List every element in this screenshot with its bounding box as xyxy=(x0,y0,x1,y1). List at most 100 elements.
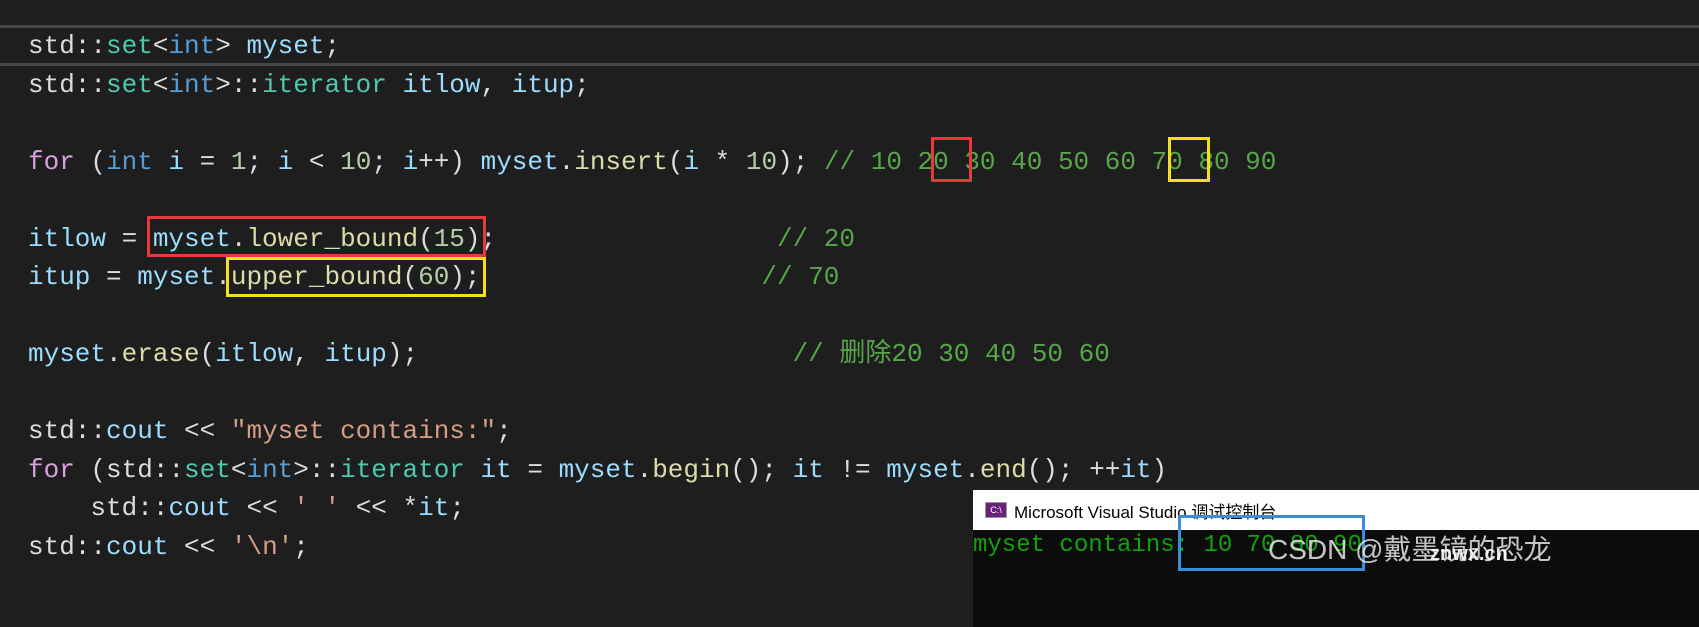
code-token-plain: std:: xyxy=(28,531,107,562)
code-editor[interactable]: std::set<int> myset; std::set<int>::itera… xyxy=(28,27,1276,566)
code-token-plain: > xyxy=(215,31,247,61)
code-line[interactable]: itup = myset.upper_bound(60); // 70 xyxy=(28,258,1276,297)
code-token-plain: ( xyxy=(199,339,216,369)
code-token-plain: std:: xyxy=(28,493,169,523)
code-token-kw: int xyxy=(168,69,216,100)
highlight-box-20 xyxy=(931,137,972,182)
code-line[interactable]: std::set<int>::iterator itlow, itup; xyxy=(28,66,1276,105)
code-token-plain: != xyxy=(823,454,887,485)
code-token-plain: < xyxy=(152,31,169,61)
code-token-kw: int xyxy=(106,146,153,177)
code-token-var: myset xyxy=(28,339,107,369)
code-token-plain: < xyxy=(152,69,169,100)
highlight-box-upper-bound xyxy=(226,257,486,297)
code-token-plain: ++) xyxy=(418,146,481,177)
code-token-plain: std:: xyxy=(106,454,185,485)
code-token-var: cout xyxy=(106,531,169,562)
code-token-plain: ; xyxy=(449,493,465,523)
code-token-var: it xyxy=(1120,454,1152,485)
code-line[interactable] xyxy=(28,374,1276,413)
code-token-fn: end xyxy=(979,454,1027,485)
code-token-plain: std:: xyxy=(28,69,107,100)
code-token-plain: ( xyxy=(667,146,684,177)
code-token-num: 10 xyxy=(340,146,372,177)
site-watermark: znwx.cn xyxy=(1430,543,1508,565)
code-token-cmt: // 删除20 30 40 50 60 xyxy=(792,339,1110,369)
code-token-type: iterator xyxy=(340,454,465,485)
code-token-fn: insert xyxy=(574,146,668,177)
code-token-plain: = xyxy=(184,146,231,177)
code-line[interactable]: for (std::set<int>::iterator it = myset.… xyxy=(28,451,1276,490)
code-token-num: 10 xyxy=(745,146,778,177)
code-token-plain: ); xyxy=(464,223,777,254)
code-token-ctrl: for xyxy=(28,454,75,485)
code-token-plain: std:: xyxy=(28,31,107,61)
highlight-box-lower-bound xyxy=(147,216,486,257)
code-token-plain: >:: xyxy=(215,69,263,100)
code-token-plain: < xyxy=(293,146,341,177)
code-token-plain: . xyxy=(106,339,122,369)
console-app-icon: C:\ xyxy=(985,502,1007,518)
code-line[interactable]: myset.erase(itlow, itup); // 删除20 30 40 … xyxy=(28,335,1276,374)
code-token-str: "myset contains:" xyxy=(230,416,497,446)
code-token-var: itup xyxy=(324,339,387,369)
code-token-type: set xyxy=(106,69,153,100)
code-token-plain: , xyxy=(293,339,325,369)
code-token-var: itlow xyxy=(215,339,294,369)
code-token-plain: ; xyxy=(324,31,341,61)
code-token-var: it xyxy=(792,454,824,485)
code-token-plain: . xyxy=(964,454,980,485)
code-token-plain: ; xyxy=(574,69,590,100)
code-token-plain: ( xyxy=(74,146,107,177)
code-token-var: it xyxy=(418,493,450,523)
code-token-var: i xyxy=(277,146,294,177)
code-token-var: cout xyxy=(106,416,169,446)
code-token-type: set xyxy=(184,454,231,485)
code-token-plain: ; xyxy=(246,146,278,177)
code-token-var: i xyxy=(683,146,700,177)
code-token-plain: = xyxy=(90,262,138,292)
code-token-var: myset xyxy=(480,146,559,177)
code-token-plain: << xyxy=(168,416,231,446)
code-line[interactable] xyxy=(28,297,1276,336)
code-token-plain: = xyxy=(511,454,559,485)
code-line[interactable]: std::cout << "myset contains:"; xyxy=(28,412,1276,451)
code-token-plain: ) xyxy=(1151,454,1168,485)
highlight-box-70 xyxy=(1168,137,1210,182)
code-token-var: myset xyxy=(558,454,637,485)
code-token-plain: * xyxy=(699,146,746,177)
code-token-kw: int xyxy=(168,31,216,61)
code-token-fn: erase xyxy=(121,339,200,369)
code-token-var: myset xyxy=(137,262,216,292)
code-token-var: it xyxy=(480,454,512,485)
code-token-ctrl: for xyxy=(28,146,75,177)
code-token-plain: << xyxy=(168,531,231,562)
code-token-var: myset xyxy=(886,454,965,485)
code-line[interactable]: for (int i = 1; i < 10; i++) myset.inser… xyxy=(28,143,1276,182)
code-token-plain: << * xyxy=(340,493,419,523)
code-token-plain: < xyxy=(230,454,247,485)
code-token-plain: ; xyxy=(496,416,512,446)
code-token-var: i xyxy=(402,146,419,177)
code-token-plain: ; xyxy=(371,146,403,177)
code-line[interactable]: std::set<int> myset; xyxy=(28,27,1276,66)
code-token-plain: ; xyxy=(293,531,309,562)
code-line[interactable] xyxy=(28,104,1276,143)
code-token-var: i xyxy=(168,146,185,177)
code-token-var: itup xyxy=(511,69,575,100)
code-line[interactable] xyxy=(28,181,1276,220)
code-token-num: 1 xyxy=(230,146,247,177)
code-token-fn: begin xyxy=(652,454,731,485)
code-token-type: iterator xyxy=(262,69,387,100)
code-token-type: set xyxy=(106,31,153,61)
code-token-cmt: // 20 xyxy=(776,223,855,254)
code-token-var: myset xyxy=(246,31,325,61)
code-token-plain: (); xyxy=(730,454,793,485)
code-token-plain: (); ++ xyxy=(1026,454,1121,485)
code-token-plain: std:: xyxy=(28,416,107,446)
code-token-var: itup xyxy=(28,262,91,292)
code-token-var: itlow xyxy=(402,69,481,100)
